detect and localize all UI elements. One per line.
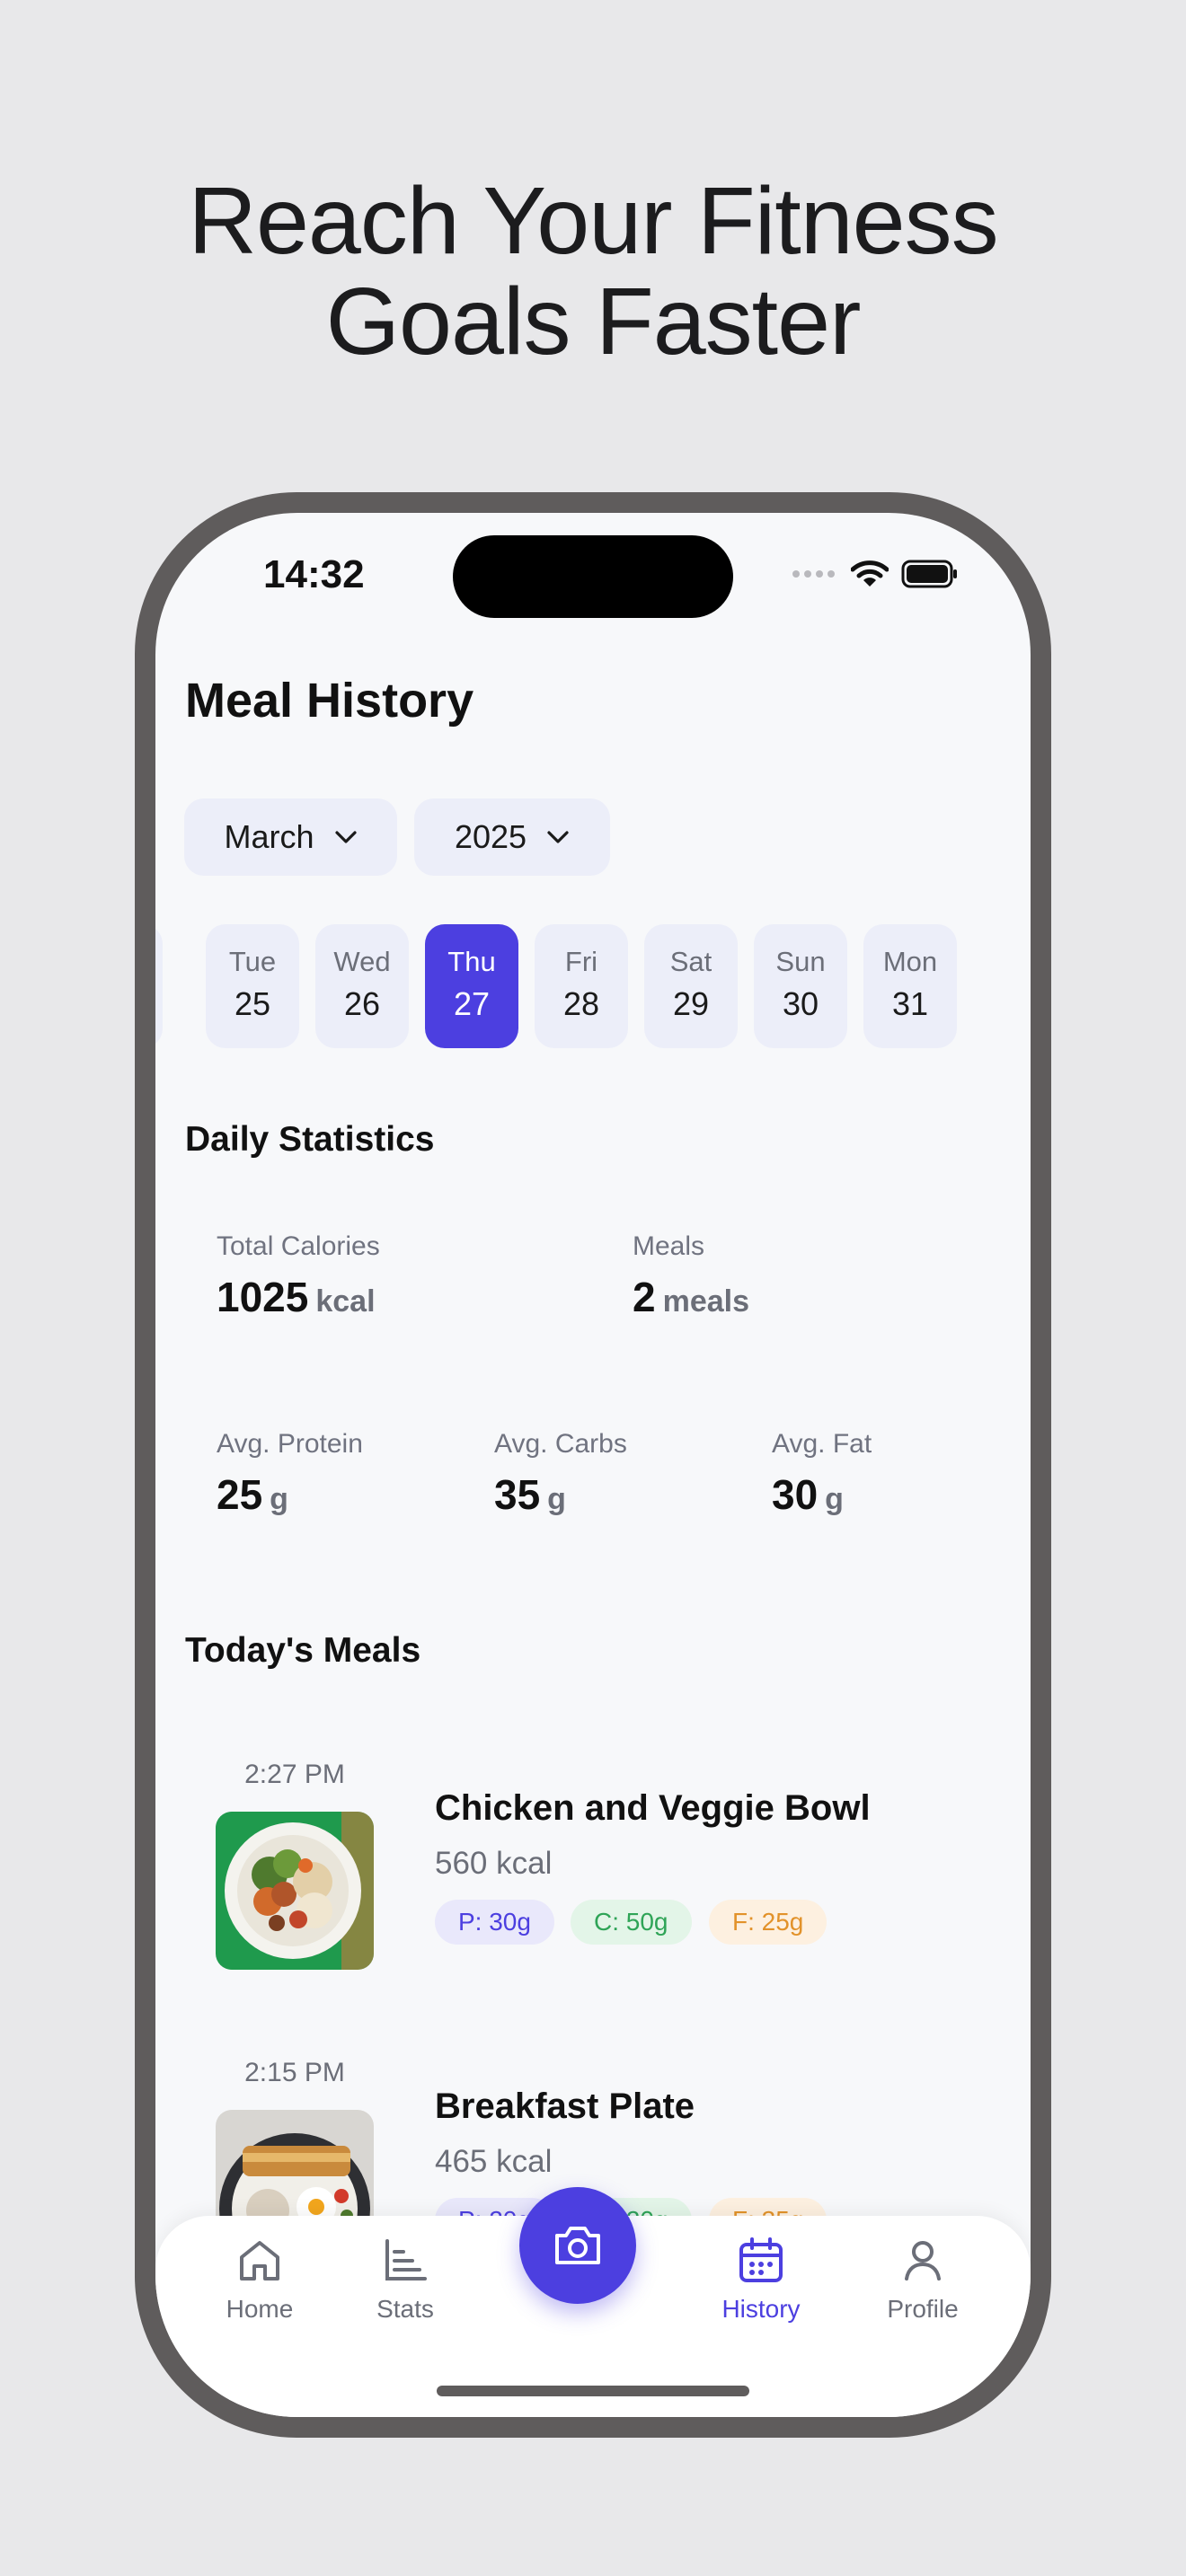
stat-value-row: 1025 kcal xyxy=(217,1273,380,1321)
meal-time: 2:15 PM xyxy=(244,2058,345,2087)
day-name: Sun xyxy=(775,946,826,977)
protein-badge: P: 30g xyxy=(435,1900,554,1945)
page-title: Meal History xyxy=(185,674,474,728)
stat-value: 2 xyxy=(633,1274,656,1320)
calendar-icon xyxy=(739,2237,783,2282)
day-name: Thu xyxy=(447,946,496,977)
year-select[interactable]: 2025 xyxy=(414,798,610,876)
tab-home[interactable]: Home xyxy=(188,2236,332,2324)
day-item[interactable]: Mon 31 xyxy=(863,924,957,1048)
day-name: Tue xyxy=(228,946,277,977)
dynamic-island xyxy=(453,535,733,618)
fat-badge: F: 25g xyxy=(709,1900,828,1945)
stat-unit: kcal xyxy=(315,1284,376,1319)
stat-meals: Meals 2 meals xyxy=(633,1231,749,1321)
day-date: 27 xyxy=(453,985,491,1022)
chevron-down-icon xyxy=(334,831,357,843)
tab-label: Home xyxy=(226,2295,294,2323)
camera-icon xyxy=(555,2227,600,2264)
stat-unit: meals xyxy=(662,1284,749,1319)
marketing-headline: Reach Your Fitness Goals Faster xyxy=(0,171,1186,372)
battery-icon xyxy=(901,560,957,588)
headline-line-2: Goals Faster xyxy=(325,269,862,375)
tab-history[interactable]: History xyxy=(689,2236,833,2324)
stat-avg-carbs: Avg. Carbs 35 g xyxy=(494,1429,627,1519)
day-date: 26 xyxy=(343,985,381,1022)
stat-unit: g xyxy=(825,1482,844,1516)
daily-statistics-title: Daily Statistics xyxy=(185,1120,435,1159)
meal-calories: 465 kcal xyxy=(435,2144,553,2179)
day-date: 28 xyxy=(562,985,600,1022)
user-icon xyxy=(905,2241,941,2280)
day-date: 29 xyxy=(672,985,710,1022)
headline-line-1: Reach Your Fitness xyxy=(188,168,998,274)
wifi-icon xyxy=(851,560,889,587)
tab-stats[interactable]: Stats xyxy=(333,2236,477,2324)
meal-calories: 560 kcal xyxy=(435,1846,553,1881)
month-select[interactable]: March xyxy=(184,798,397,876)
day-item[interactable]: Sun 30 xyxy=(754,924,847,1048)
todays-meals-title: Today's Meals xyxy=(185,1631,421,1670)
stat-value-row: 2 meals xyxy=(633,1273,749,1321)
home-icon xyxy=(240,2241,279,2280)
day-name: Sat xyxy=(669,946,712,977)
phone-screen: 14:32 Meal History March 2025 Tue 25 Wed… xyxy=(155,513,1031,2417)
tab-label: History xyxy=(721,2295,801,2323)
stat-label: Avg. Carbs xyxy=(494,1429,627,1459)
day-date: 25 xyxy=(234,985,271,1022)
month-select-value: March xyxy=(224,818,314,855)
stat-value: 1025 xyxy=(217,1274,309,1320)
stat-label: Avg. Fat xyxy=(772,1429,872,1459)
stat-value: 35 xyxy=(494,1471,541,1518)
status-time: 14:32 xyxy=(263,552,365,596)
stat-value-row: 25 g xyxy=(217,1470,363,1519)
stat-label: Meals xyxy=(633,1231,705,1261)
day-date: 31 xyxy=(891,985,929,1022)
camera-button[interactable] xyxy=(519,2187,636,2304)
day-item[interactable]: Tue 25 xyxy=(206,924,299,1048)
meal-time: 2:27 PM xyxy=(244,1760,345,1789)
day-name: Wed xyxy=(333,946,391,977)
stat-value-row: 30 g xyxy=(772,1470,872,1519)
home-indicator xyxy=(437,2386,749,2396)
day-item[interactable]: Sat 29 xyxy=(644,924,738,1048)
stat-label: Avg. Protein xyxy=(217,1429,363,1459)
day-name: Mon xyxy=(882,946,938,977)
day-date: 30 xyxy=(782,985,819,1022)
tab-label: Stats xyxy=(376,2295,434,2323)
meal-name: Chicken and Veggie Bowl xyxy=(435,1788,871,1828)
stat-avg-protein: Avg. Protein 25 g xyxy=(217,1429,363,1519)
day-item-selected[interactable]: Thu 27 xyxy=(425,924,518,1048)
meal-photo[interactable] xyxy=(216,1812,374,1970)
status-icons xyxy=(792,560,959,588)
day-item[interactable]: Fri 28 xyxy=(535,924,628,1048)
tab-label: Profile xyxy=(887,2295,959,2323)
tab-profile[interactable]: Profile xyxy=(851,2236,995,2324)
chevron-down-icon xyxy=(547,831,569,843)
stat-value: 25 xyxy=(217,1471,263,1518)
carbs-badge: C: 50g xyxy=(571,1900,692,1945)
stat-label: Total Calories xyxy=(217,1231,380,1261)
year-select-value: 2025 xyxy=(454,818,527,855)
bar-chart-icon xyxy=(385,2239,427,2280)
stat-avg-fat: Avg. Fat 30 g xyxy=(772,1429,872,1519)
day-item[interactable]: Wed 26 xyxy=(315,924,409,1048)
stat-value-row: 35 g xyxy=(494,1470,627,1519)
meal-name: Breakfast Plate xyxy=(435,2086,695,2126)
stat-total-calories: Total Calories 1025 kcal xyxy=(217,1231,380,1321)
stat-unit: g xyxy=(270,1482,288,1516)
stat-unit: g xyxy=(547,1482,566,1516)
stat-value: 30 xyxy=(772,1471,819,1518)
day-name: Fri xyxy=(564,946,598,977)
day-item-previous[interactable] xyxy=(155,924,163,1048)
signal-dots-icon xyxy=(792,570,835,578)
